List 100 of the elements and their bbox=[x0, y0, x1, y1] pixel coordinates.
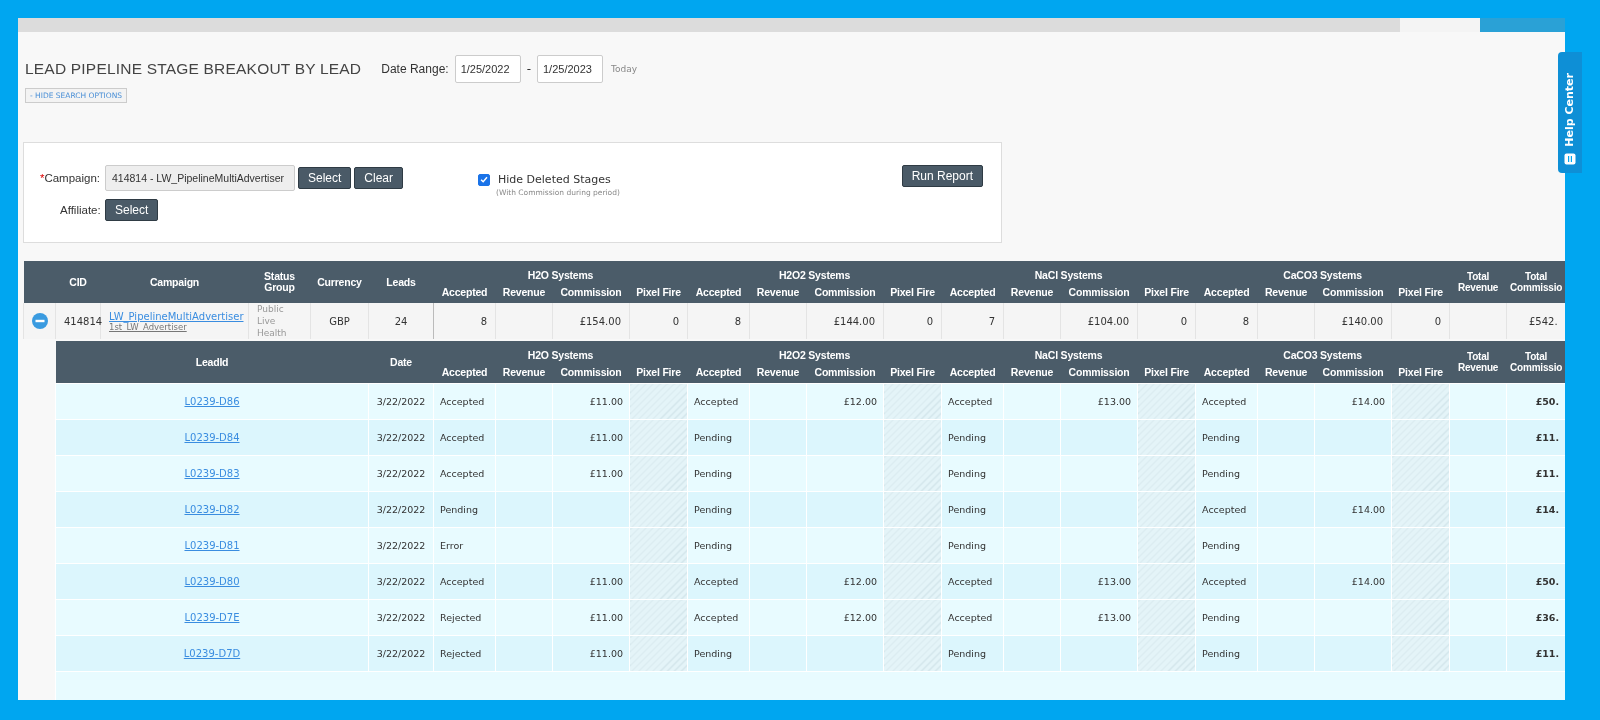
table-cell: £13.00 bbox=[1060, 383, 1138, 420]
table-cell: £140.00 bbox=[1314, 303, 1392, 339]
date-to-field[interactable]: 1/25/2023 bbox=[537, 55, 603, 83]
group-header: H2O2 Systems bbox=[687, 261, 942, 281]
lead-link[interactable]: L0239-D84 bbox=[184, 432, 240, 443]
table-cell: £13.00 bbox=[1060, 563, 1138, 600]
group-header: H2O2 Systems bbox=[687, 341, 942, 361]
table-cell: 3/22/2022 bbox=[368, 599, 434, 636]
column-header: Commission bbox=[552, 281, 630, 303]
group-header: NaCl Systems bbox=[941, 341, 1196, 361]
today-link[interactable]: Today bbox=[611, 64, 638, 74]
hatched-cell bbox=[883, 599, 942, 636]
lead-link[interactable]: L0239-D82 bbox=[184, 504, 240, 515]
table-cell: 0 bbox=[629, 303, 688, 339]
column-header: Revenue bbox=[749, 281, 807, 303]
table-cell: Public Live Health bbox=[248, 303, 311, 339]
column-header: Pixel Fire bbox=[629, 281, 688, 303]
lead-link[interactable]: L0239-D83 bbox=[184, 468, 240, 479]
column-header: Commission bbox=[1314, 361, 1392, 384]
checkbox[interactable] bbox=[478, 173, 490, 186]
column-header: Pixel Fire bbox=[1391, 281, 1450, 303]
column-header: Revenue bbox=[1257, 281, 1315, 303]
collapse-icon[interactable] bbox=[31, 313, 48, 329]
column-header: Total Revenue bbox=[1449, 341, 1507, 384]
table-cell: £12.00 bbox=[806, 599, 884, 636]
hatched-cell bbox=[1137, 383, 1196, 420]
run-report-button[interactable]: Run Report bbox=[901, 165, 983, 187]
lead-link[interactable]: L0239-D7E bbox=[184, 612, 240, 623]
column-header: Pixel Fire bbox=[1137, 281, 1196, 303]
date-from-field[interactable]: 1/25/2022 bbox=[454, 55, 521, 83]
table-cell: Accepted bbox=[433, 455, 496, 492]
column-header: Commission bbox=[1314, 281, 1392, 303]
table-cell: £11.00 bbox=[552, 383, 630, 420]
column-header: Accepted bbox=[433, 361, 496, 384]
table-cell: 8 bbox=[687, 303, 750, 339]
column-header: Accepted bbox=[687, 361, 750, 384]
column-header: Pixel Fire bbox=[1137, 361, 1196, 384]
column-header: Currency bbox=[310, 261, 369, 303]
lead-link[interactable]: L0239-D86 bbox=[184, 396, 240, 407]
column-header: Revenue bbox=[1257, 361, 1315, 384]
table-cell: Pending bbox=[687, 527, 750, 564]
select-button[interactable]: Select bbox=[105, 199, 159, 221]
checkbox-label: Hide Deleted Stages bbox=[498, 173, 611, 186]
advertiser-link[interactable]: 1st_LW_Advertiser bbox=[109, 321, 240, 332]
table-cell: £11.00 bbox=[552, 563, 630, 600]
lead-link[interactable]: L0239-D7D bbox=[183, 648, 241, 659]
table-cell: Pending bbox=[1195, 635, 1258, 672]
table-cell: £11.00 bbox=[552, 455, 630, 492]
campaign-label: *Campaign: bbox=[38, 172, 100, 184]
table-cell: £12.00 bbox=[806, 563, 884, 600]
table-cell: £50. bbox=[1506, 383, 1565, 420]
column-header: Revenue bbox=[749, 361, 807, 384]
date-separator: - bbox=[526, 62, 531, 76]
hatched-cell bbox=[883, 383, 942, 420]
hatched-cell bbox=[629, 455, 688, 492]
column-header: Revenue bbox=[495, 361, 553, 384]
table-cell: £542. bbox=[1506, 303, 1565, 339]
hatched-cell bbox=[629, 383, 688, 420]
select-button[interactable]: Select bbox=[298, 167, 352, 189]
table-cell: Accepted bbox=[1195, 383, 1258, 420]
table-cell: 3/22/2022 bbox=[368, 527, 434, 564]
table-cell: Pending bbox=[1195, 419, 1258, 456]
table-cell: Pending bbox=[687, 635, 750, 672]
table-cell: Rejected bbox=[433, 599, 496, 636]
table-cell: £11. bbox=[1506, 635, 1565, 672]
hatched-cell bbox=[629, 563, 688, 600]
clear-button[interactable]: Clear bbox=[354, 167, 404, 189]
lead-link[interactable]: L0239-D80 bbox=[184, 576, 240, 587]
table-cell: Pending bbox=[433, 491, 496, 528]
table-cell: 3/22/2022 bbox=[368, 563, 434, 600]
table-cell: Pending bbox=[941, 527, 1004, 564]
lead-link[interactable]: L0239-D81 bbox=[184, 540, 240, 551]
table-cell: Pending bbox=[1195, 599, 1258, 636]
column-header: Total Commissio bbox=[1506, 341, 1565, 384]
help-center-tab[interactable]: Help Center bbox=[1558, 52, 1582, 173]
table-cell: 24 bbox=[368, 303, 434, 339]
table-cell: Accepted bbox=[433, 383, 496, 420]
table-cell: Accepted bbox=[1195, 491, 1258, 528]
column-header: Status Group bbox=[248, 261, 311, 303]
column-header: Revenue bbox=[1003, 281, 1061, 303]
table-cell: £36. bbox=[1506, 599, 1565, 636]
campaign-field[interactable]: 414814 - LW_PipelineMultiAdvertiser bbox=[105, 165, 295, 191]
column-header: LeadId bbox=[55, 341, 369, 384]
date-range-label: Date Range: bbox=[381, 62, 449, 76]
hatched-cell bbox=[883, 563, 942, 600]
table-cell: 0 bbox=[1391, 303, 1450, 339]
column-header: Revenue bbox=[1003, 361, 1061, 384]
table-cell: £11.00 bbox=[552, 419, 630, 456]
table-cell: 3/22/2022 bbox=[368, 383, 434, 420]
column-header: Commission bbox=[1060, 361, 1138, 384]
table-cell: £11. bbox=[1506, 419, 1565, 456]
table-cell: £14.00 bbox=[1314, 491, 1392, 528]
table-cell: 3/22/2022 bbox=[368, 455, 434, 492]
table-cell: Accepted bbox=[1195, 563, 1258, 600]
hatched-cell bbox=[1137, 599, 1196, 636]
report-title: LEAD PIPELINE STAGE BREAKOUT BY LEAD bbox=[25, 60, 362, 78]
column-header: Commission bbox=[552, 361, 630, 384]
group-header: CaCO3 Systems bbox=[1195, 261, 1450, 281]
table-cell: 0 bbox=[1137, 303, 1196, 339]
table-cell: Pending bbox=[941, 455, 1004, 492]
